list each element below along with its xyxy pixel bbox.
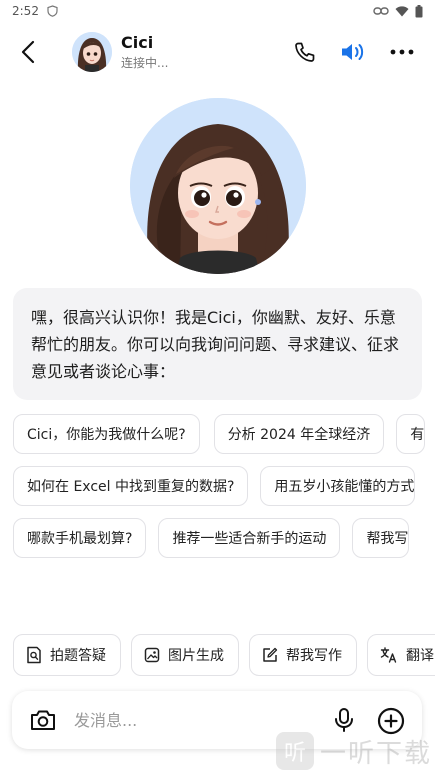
edit-icon (263, 647, 278, 662)
character-avatar (130, 98, 306, 274)
tool-label: 拍题答疑 (50, 648, 106, 664)
translate-button[interactable]: 翻译 (367, 634, 435, 676)
image-icon (144, 647, 160, 663)
greeting-message: 嘿，很高兴认识你！我是Cici，你幽默、友好、乐意帮忙的朋友。你可以向我询问问题… (13, 288, 422, 400)
suggestion-chip[interactable]: 推荐一些适合新手的运动 (158, 518, 341, 558)
link-icon (373, 6, 389, 16)
chevron-left-icon (21, 40, 35, 64)
writing-assist-button[interactable]: 帮我写作 (249, 634, 357, 676)
more-horizontal-icon (390, 49, 414, 55)
watermark-text: 一听下载 (320, 738, 433, 769)
suggestion-chip[interactable]: 用五岁小孩能懂的方式 (260, 466, 416, 506)
suggestion-chip[interactable]: 帮我写 (352, 518, 410, 558)
quick-tools: 拍题答疑 图片生成 帮我写作 翻译 (13, 634, 435, 676)
suggestion-row-1: Cici，你能为我做什么呢? 分析 2024 年全球经济 有 (13, 414, 426, 454)
watermark-logo: 听 (276, 732, 314, 770)
wifi-icon (395, 5, 409, 17)
voice-input-button[interactable] (330, 706, 358, 734)
message-input[interactable] (74, 705, 314, 735)
camera-icon (31, 710, 55, 730)
photo-question-button[interactable]: 拍题答疑 (13, 634, 121, 676)
battery-icon (415, 4, 423, 18)
watermark: 听 一听下载 (276, 732, 432, 770)
image-generation-button[interactable]: 图片生成 (131, 634, 239, 676)
contact-name: Cici (121, 33, 154, 52)
suggestion-chip[interactable]: 有 (396, 414, 426, 454)
suggestion-chip[interactable]: 如何在 Excel 中找到重复的数据? (13, 466, 249, 506)
suggestion-row-3: 哪款手机最划算? 推荐一些适合新手的运动 帮我写 (13, 518, 410, 558)
status-time: 2:52 (12, 4, 39, 18)
phone-call-button[interactable] (291, 38, 319, 66)
search-document-icon (27, 646, 41, 664)
suggestion-chip[interactable]: 分析 2024 年全球经济 (213, 414, 385, 454)
tool-label: 帮我写作 (286, 648, 342, 664)
more-options-button[interactable] (388, 38, 416, 66)
connection-status: 连接中... (121, 56, 169, 70)
suggestion-chip[interactable]: Cici，你能为我做什么呢? (13, 414, 200, 454)
suggestion-chip[interactable]: 哪款手机最划算? (13, 518, 147, 558)
tool-label: 图片生成 (168, 648, 224, 664)
chat-header: Cici 连接中... (0, 22, 435, 84)
status-bar: 2:52 (0, 0, 435, 22)
back-button[interactable] (14, 38, 42, 66)
camera-button[interactable] (29, 706, 57, 734)
microphone-icon (335, 708, 353, 732)
suggestion-row-2: 如何在 Excel 中找到重复的数据? 用五岁小孩能懂的方式 (13, 466, 416, 506)
speaker-on-icon (342, 44, 364, 60)
avatar[interactable] (72, 32, 112, 72)
translate-icon (380, 647, 397, 663)
speaker-button[interactable] (339, 38, 367, 66)
shield-icon (47, 5, 58, 17)
phone-icon (295, 42, 315, 62)
tool-label: 翻译 (406, 648, 434, 664)
